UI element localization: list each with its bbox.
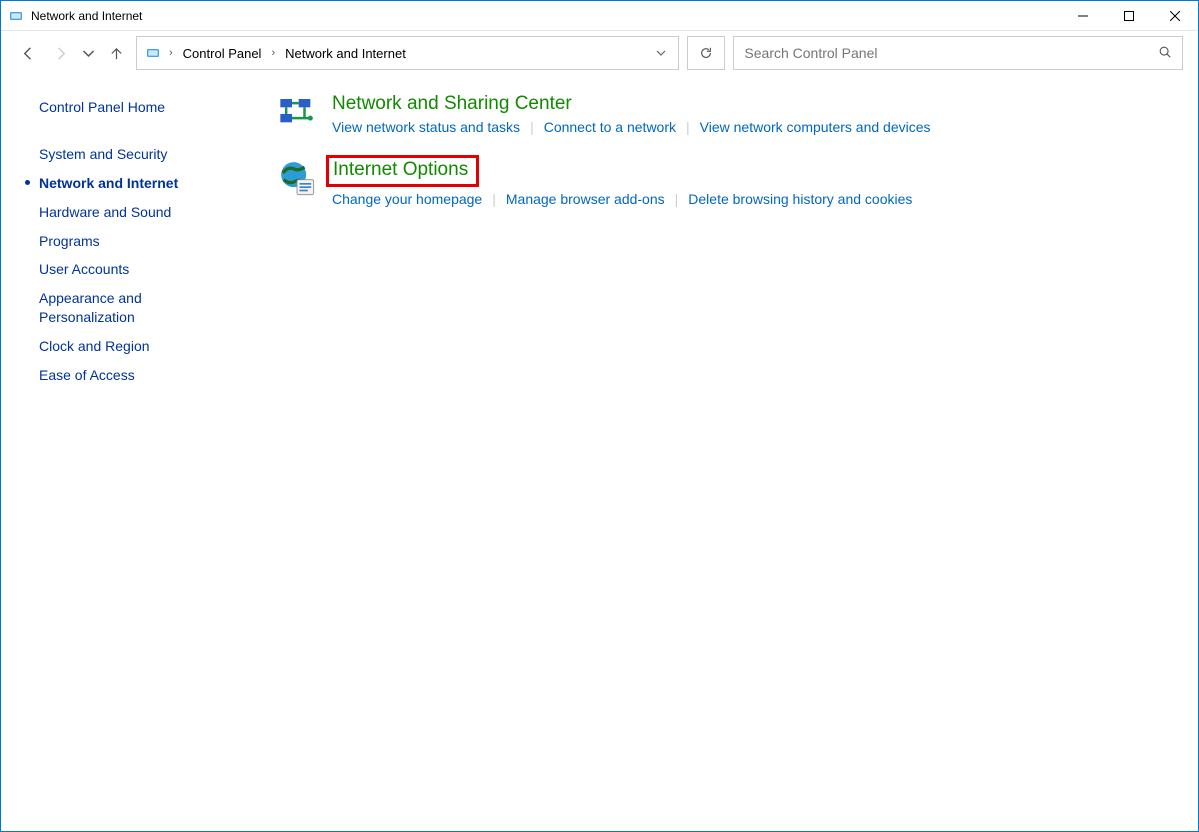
section-network-sharing: Network and Sharing Center View network … (276, 93, 1180, 135)
forward-button[interactable] (48, 41, 72, 65)
address-dropdown[interactable] (650, 37, 672, 69)
sidebar-item-appearance[interactable]: Appearance and Personalization (39, 284, 189, 332)
network-sharing-icon (276, 93, 318, 135)
section-title-link[interactable]: Network and Sharing Center (332, 93, 572, 115)
sublink[interactable]: Change your homepage (332, 191, 482, 207)
sublink[interactable]: View network status and tasks (332, 119, 520, 135)
sidebar-item-network-internet[interactable]: Network and Internet (39, 169, 244, 198)
sidebar-item-hardware-sound[interactable]: Hardware and Sound (39, 198, 244, 227)
search-input[interactable] (744, 45, 1158, 61)
sublink[interactable]: Connect to a network (544, 119, 676, 135)
navbar: › Control Panel › Network and Internet (1, 31, 1198, 75)
maximize-button[interactable] (1106, 1, 1152, 31)
divider: | (530, 119, 534, 135)
titlebar: Network and Internet (1, 1, 1198, 31)
sidebar-home[interactable]: Control Panel Home (39, 93, 244, 122)
control-panel-icon (7, 7, 25, 25)
main-content: Network and Sharing Center View network … (244, 93, 1180, 831)
up-button[interactable] (104, 41, 128, 65)
recent-dropdown[interactable] (80, 41, 96, 65)
back-button[interactable] (16, 41, 40, 65)
sublink[interactable]: View network computers and devices (700, 119, 931, 135)
window-frame: Network and Internet (0, 0, 1199, 832)
search-icon (1158, 45, 1172, 62)
search-bar[interactable] (733, 36, 1183, 70)
breadcrumb-item[interactable]: Network and Internet (281, 46, 410, 61)
sublink[interactable]: Delete browsing history and cookies (688, 191, 912, 207)
divider: | (675, 191, 679, 207)
sidebar-item-programs[interactable]: Programs (39, 227, 244, 256)
refresh-button[interactable] (687, 36, 725, 70)
sidebar-item-clock-region[interactable]: Clock and Region (39, 332, 244, 361)
sidebar: Control Panel Home System and Security N… (19, 93, 244, 831)
section-sublinks: Change your homepage | Manage browser ad… (332, 191, 1180, 207)
body: Control Panel Home System and Security N… (1, 75, 1198, 831)
chevron-right-icon: › (269, 47, 277, 59)
sidebar-item-ease-access[interactable]: Ease of Access (39, 361, 244, 390)
divider: | (686, 119, 690, 135)
chevron-right-icon: › (167, 47, 175, 59)
address-bar[interactable]: › Control Panel › Network and Internet (136, 36, 679, 70)
sidebar-item-system-security[interactable]: System and Security (39, 140, 244, 169)
sidebar-item-user-accounts[interactable]: User Accounts (39, 255, 244, 284)
internet-options-icon (276, 157, 318, 199)
divider: | (492, 191, 496, 207)
section-internet-options: Internet Options Change your homepage | … (276, 157, 1180, 207)
window-title: Network and Internet (31, 9, 142, 23)
address-icon (143, 43, 163, 63)
section-sublinks: View network status and tasks | Connect … (332, 119, 1180, 135)
section-title-link-highlighted[interactable]: Internet Options (326, 155, 479, 187)
sublink[interactable]: Manage browser add-ons (506, 191, 665, 207)
minimize-button[interactable] (1060, 1, 1106, 31)
close-button[interactable] (1152, 1, 1198, 31)
breadcrumb-item[interactable]: Control Panel (179, 46, 266, 61)
